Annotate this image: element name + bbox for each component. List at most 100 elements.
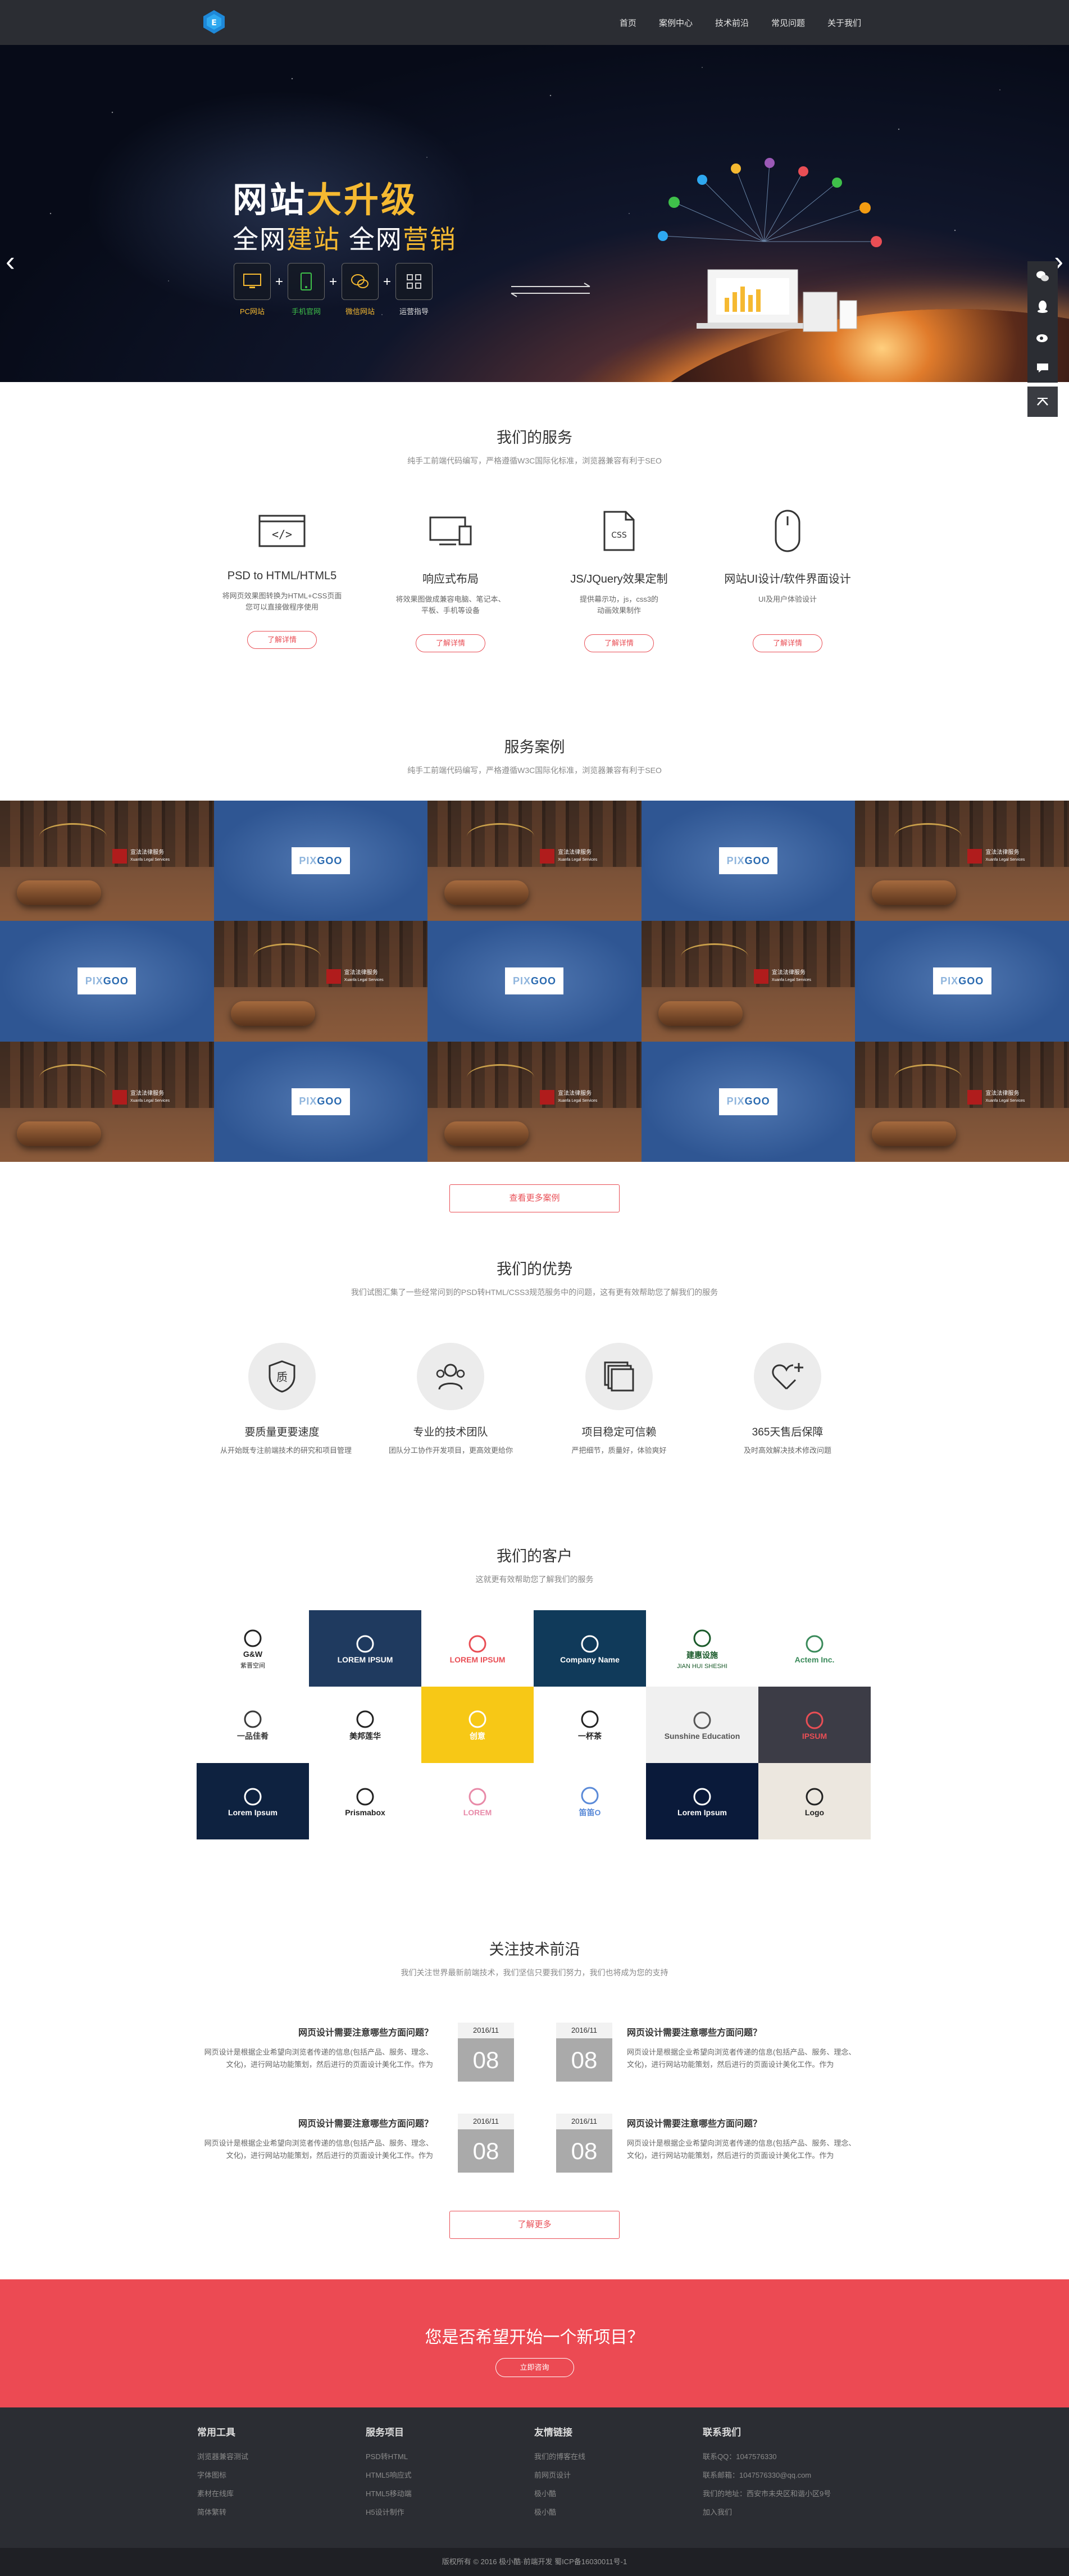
nav-home[interactable]: 首页 — [620, 17, 636, 29]
footer-link[interactable]: H5设计制作 — [366, 2506, 512, 2517]
case-tile-pixgoo[interactable]: PIX GOO — [427, 921, 642, 1042]
wechat-icon — [342, 263, 379, 300]
client-logo-mark-icon — [693, 1788, 711, 1806]
case-tile-law[interactable]: 宣法法律服务 Xuanfa Legal Services — [855, 801, 1069, 921]
team-icon — [417, 1343, 484, 1410]
client-logo[interactable]: LOREM IPSUM — [309, 1610, 421, 1687]
news-excerpt-line: 文化)，进行网站功能策划，然后进行的页面设计美化工作。作为 — [226, 2060, 433, 2069]
footer-link[interactable]: 简体繁转 — [197, 2506, 343, 2517]
case-tile-pixgoo[interactable]: PIX GOO — [641, 1041, 856, 1162]
pixgoo-logo: PIX GOO — [505, 967, 564, 995]
footer-link[interactable]: 我们的博客在线 — [534, 2451, 680, 2461]
nav-faq[interactable]: 常见问题 — [771, 17, 805, 29]
case-tile-pixgoo[interactable]: PIX GOO — [855, 921, 1069, 1042]
footer-link[interactable]: 极小酷 — [534, 2488, 680, 2498]
client-logo[interactable]: 笛笛O — [534, 1763, 646, 1839]
client-logo[interactable]: 一杯茶 — [534, 1687, 646, 1763]
case-tile-law[interactable]: 宣法法律服务 Xuanfa Legal Services — [213, 921, 428, 1042]
footer-contact-qq[interactable]: 联系QQ：1047576330 — [703, 2451, 871, 2461]
footer-contact-email[interactable]: 联系邮箱：1047576330@qq.com — [703, 2469, 871, 2480]
client-logo[interactable]: Lorem Ipsum — [646, 1763, 758, 1839]
case-tile-law[interactable]: 宣法法律服务 Xuanfa Legal Services — [427, 1041, 642, 1162]
case-tile-law[interactable]: 宣法法律服务 Xuanfa Legal Services — [855, 1041, 1069, 1162]
case-tile-pixgoo[interactable]: PIX GOO — [641, 801, 856, 921]
case-tile-pixgoo[interactable]: PIX GOO — [213, 801, 428, 921]
case-tile-pixgoo[interactable]: PIX GOO — [0, 921, 214, 1042]
banner-sub-a: 全网 — [233, 225, 286, 254]
client-logo[interactable]: IPSUM — [758, 1687, 871, 1763]
client-logo-mark-icon — [468, 1635, 486, 1653]
client-logo[interactable]: 美邦莲华 — [309, 1687, 421, 1763]
scales-of-justice-icon — [253, 943, 321, 1011]
law-firm-logo: 宣法法律服务 Xuanfa Legal Services — [967, 849, 1025, 864]
advantage-quality: 质 要质量更要速度 从开始既专注前端技术的研究和项目管理 — [220, 1343, 352, 1455]
carousel-prev-icon[interactable]: ‹ — [6, 247, 15, 275]
client-logo[interactable]: 建惠设施 JIAN HUI SHESHI — [646, 1610, 758, 1687]
case-tile-law[interactable]: 宣法法律服务 Xuanfa Legal Services — [427, 801, 642, 921]
svg-text:E: E — [211, 19, 217, 28]
back-to-top-button[interactable] — [1027, 387, 1058, 417]
client-logo[interactable]: LOREM IPSUM — [421, 1610, 534, 1687]
banner-features: PC网站 + 手机官网 + 微信网站 + 运营指导 — [233, 263, 434, 316]
case-tile-pixgoo[interactable]: PIX GOO — [213, 1041, 428, 1162]
news-title-link[interactable]: 网页设计需要注意哪些方面问题？ — [197, 2025, 433, 2038]
footer-link[interactable]: 素材在线库 — [197, 2488, 343, 2498]
seal-icon — [967, 1089, 982, 1105]
client-logo[interactable]: G&W 紫晋空间 — [197, 1610, 309, 1687]
footer-link[interactable]: 浏览器兼容测试 — [197, 2451, 343, 2461]
nav-cases[interactable]: 案例中心 — [659, 17, 693, 29]
footer-link[interactable]: 加入我们 — [703, 2506, 871, 2517]
client-logo-mark-icon — [468, 1788, 486, 1806]
service-detail-button[interactable]: 了解详情 — [247, 631, 317, 649]
case-tile-law[interactable]: 宣法法律服务 Xuanfa Legal Services — [0, 1041, 214, 1162]
service-detail-button[interactable]: 了解详情 — [584, 634, 654, 652]
client-logo[interactable]: 一品佳肴 — [197, 1687, 309, 1763]
client-logo-mark-icon — [806, 1788, 824, 1806]
footer-link[interactable]: 字体图标 — [197, 2469, 343, 2480]
client-logo[interactable]: LOREM — [421, 1763, 534, 1839]
footer-link[interactable]: PSD转HTML — [366, 2451, 512, 2461]
nav-about[interactable]: 关于我们 — [827, 17, 861, 29]
footer-link[interactable]: 前网页设计 — [534, 2469, 680, 2480]
footer-link[interactable]: HTML5移动端 — [366, 2488, 512, 2498]
qq-icon[interactable] — [1027, 292, 1058, 322]
law-firm-logo: 宣法法律服务 Xuanfa Legal Services — [540, 1089, 597, 1105]
message-icon[interactable] — [1027, 352, 1058, 383]
service-detail-button[interactable]: 了解详情 — [416, 634, 485, 652]
feature-pc: PC网站 — [233, 263, 272, 316]
client-logo[interactable]: Prismabox — [309, 1763, 421, 1839]
service-detail-button[interactable]: 了解详情 — [753, 634, 822, 652]
client-logo[interactable]: Sunshine Education — [646, 1687, 758, 1763]
news-excerpt: 网页设计是根据企业希望向浏览者传递的信息(包括产品、服务、理念、 文化)，进行网站… — [197, 2137, 433, 2162]
client-logo[interactable]: Logo — [758, 1763, 871, 1839]
client-logo[interactable]: 创意 — [421, 1687, 534, 1763]
site-logo[interactable]: E — [201, 9, 227, 35]
more-cases-button[interactable]: 查看更多案例 — [449, 1184, 620, 1212]
client-logo[interactable]: Actem Inc. — [758, 1610, 871, 1687]
scales-of-justice-icon — [39, 823, 107, 891]
case-tile-law[interactable]: 宣法法律服务 Xuanfa Legal Services — [0, 801, 214, 921]
footer-link[interactable]: 极小酷 — [534, 2506, 680, 2517]
feature-label: PC网站 — [239, 307, 265, 316]
consult-button[interactable]: 立即咨询 — [495, 2358, 574, 2377]
grid-icon — [395, 263, 433, 300]
news-title-link[interactable]: 网页设计需要注意哪些方面问题？ — [627, 2025, 863, 2038]
floating-contact-bar — [1027, 261, 1058, 383]
weibo-icon[interactable] — [1027, 322, 1058, 352]
client-logo[interactable]: Lorem Ipsum — [197, 1763, 309, 1839]
news-month: 2016/11 — [556, 2114, 612, 2129]
swap-arrows-icon — [511, 283, 590, 297]
arrow-up-icon[interactable] — [1027, 387, 1058, 417]
client-logo[interactable]: Company Name — [534, 1610, 646, 1687]
client-logo-mark-icon — [468, 1710, 486, 1728]
case-tile-law[interactable]: 宣法法律服务 Xuanfa Legal Services — [641, 921, 856, 1042]
more-news-button[interactable]: 了解更多 — [449, 2211, 620, 2239]
wechat-icon[interactable] — [1027, 261, 1058, 292]
devices-illustration — [658, 158, 882, 332]
devices-icon — [383, 506, 518, 556]
nav-tech[interactable]: 技术前沿 — [715, 17, 749, 29]
news-title-link[interactable]: 网页设计需要注意哪些方面问题？ — [627, 2116, 863, 2129]
footer-link[interactable]: HTML5响应式 — [366, 2469, 512, 2480]
news-title-link[interactable]: 网页设计需要注意哪些方面问题？ — [197, 2116, 433, 2129]
heart-plus-icon — [754, 1343, 821, 1410]
